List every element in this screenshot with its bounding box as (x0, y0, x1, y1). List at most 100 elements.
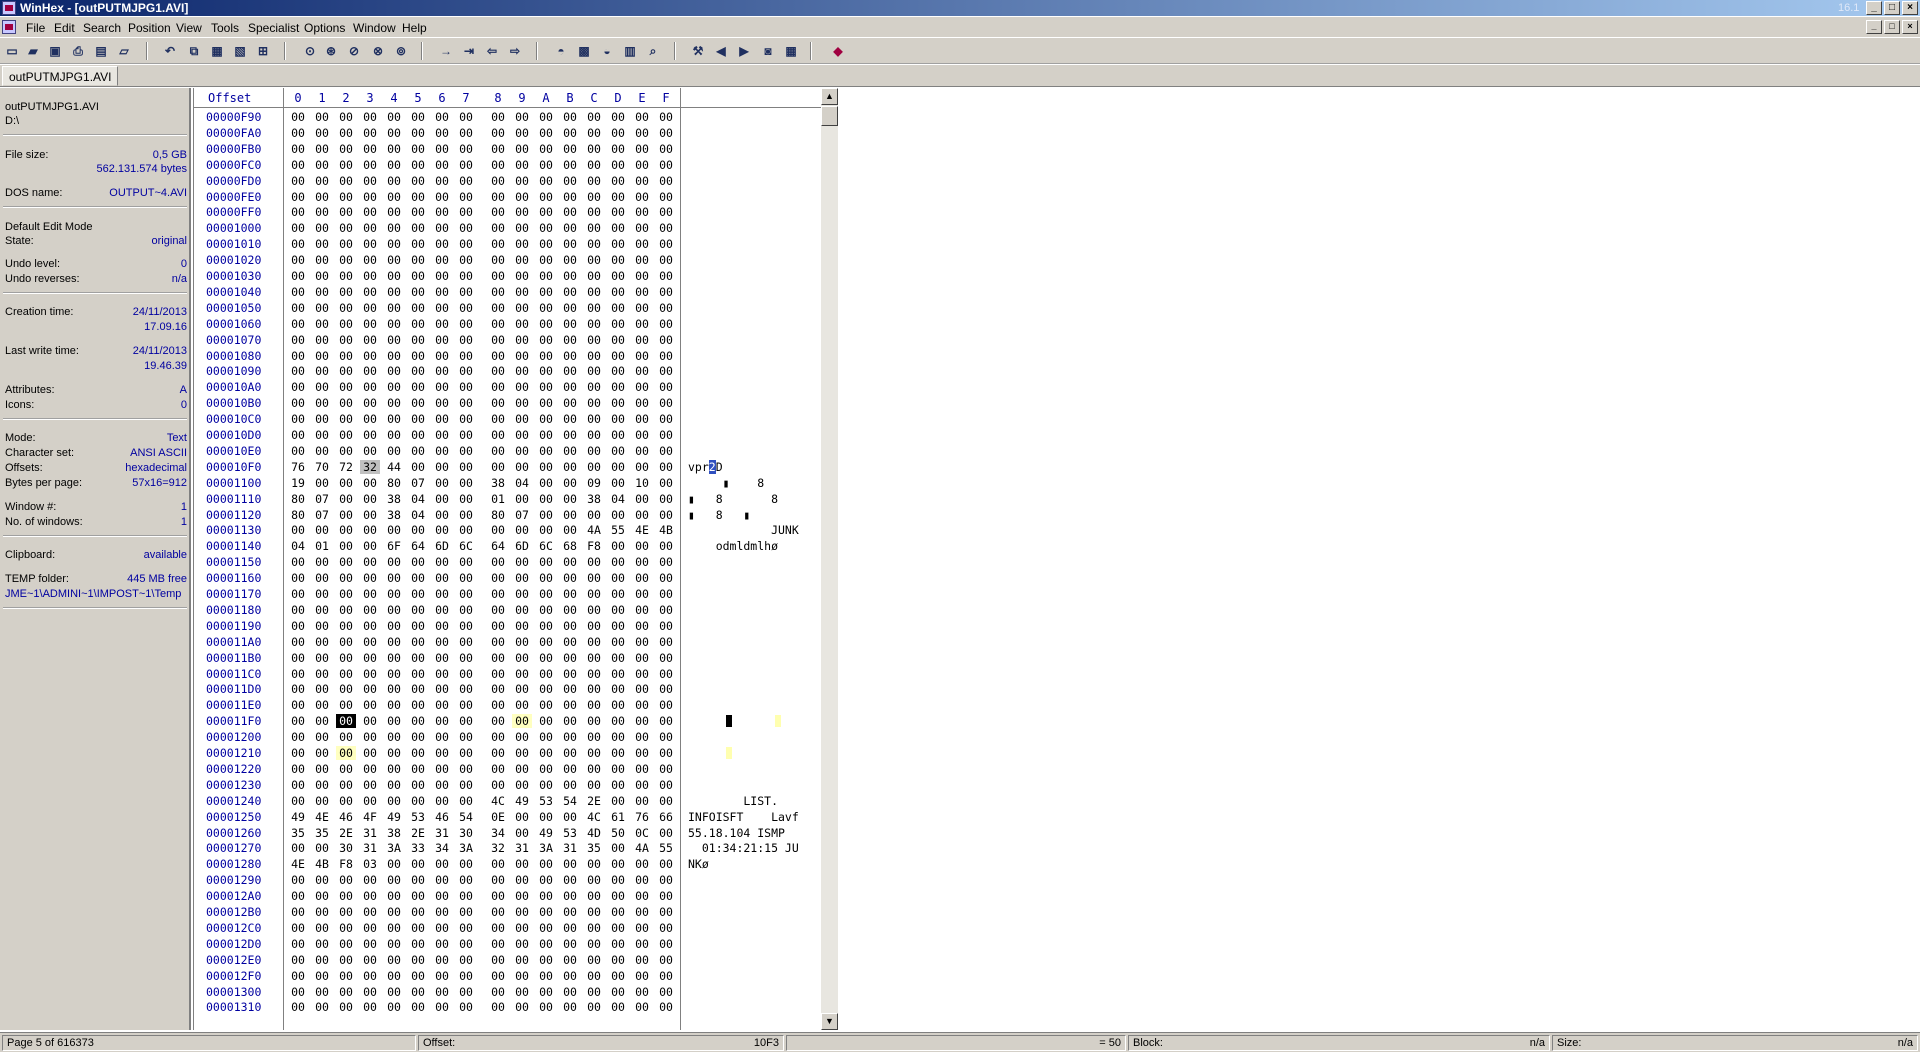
hex-row[interactable]: 00001000 00 00 00 00 00 00 00 00 00 00 00 00 00 00 00 00 (194, 220, 821, 236)
hex-byte[interactable]: 00 (408, 269, 428, 283)
hex-byte[interactable]: 00 (584, 698, 604, 712)
hex-byte[interactable]: 00 (608, 985, 628, 999)
hex-byte[interactable]: 00 (584, 953, 604, 967)
hex-byte[interactable]: 00 (488, 333, 508, 347)
hex-byte[interactable]: 00 (456, 110, 476, 124)
hex-byte[interactable]: 00 (632, 857, 652, 871)
hex-byte[interactable]: 00 (288, 905, 308, 919)
hex-byte[interactable]: 00 (336, 396, 356, 410)
hex-byte[interactable]: 07 (512, 508, 532, 522)
hex-byte[interactable]: 00 (560, 508, 580, 522)
hex-byte[interactable]: 00 (312, 253, 332, 267)
hex-byte[interactable]: 66 (656, 810, 676, 824)
file-tab[interactable]: outPUTMJPG1.AVI (2, 66, 119, 86)
hex-byte[interactable]: 00 (656, 396, 676, 410)
hex-byte[interactable]: 00 (312, 444, 332, 458)
hex-byte[interactable]: 00 (632, 460, 652, 474)
hex-byte[interactable]: 00 (312, 142, 332, 156)
hex-byte[interactable]: 00 (560, 444, 580, 458)
hex-byte[interactable]: 00 (408, 333, 428, 347)
hex-byte[interactable]: 00 (488, 396, 508, 410)
hex-byte[interactable]: 00 (336, 937, 356, 951)
hex-byte[interactable]: 00 (408, 873, 428, 887)
hex-byte[interactable]: 00 (560, 492, 580, 506)
hex-byte[interactable]: 00 (432, 762, 452, 776)
hex-byte[interactable]: 00 (336, 667, 356, 681)
hex-byte[interactable]: 00 (432, 619, 452, 633)
hex-byte[interactable]: 00 (384, 873, 404, 887)
hex-byte[interactable]: 00 (360, 142, 380, 156)
hex-byte[interactable]: 00 (288, 158, 308, 172)
hex-byte[interactable]: 00 (536, 1000, 556, 1014)
hex-byte[interactable]: 00 (536, 508, 556, 522)
hex-byte[interactable]: 53 (560, 826, 580, 840)
goto-offset-icon[interactable]: → (438, 43, 454, 59)
hex-byte[interactable]: 00 (408, 285, 428, 299)
hex-byte[interactable]: 00 (488, 523, 508, 537)
find-text-icon[interactable]: ⊙ (302, 43, 318, 59)
hex-byte[interactable]: 00 (336, 794, 356, 808)
hex-byte[interactable]: 00 (384, 937, 404, 951)
hex-byte[interactable]: 00 (656, 857, 676, 871)
hex-byte[interactable]: 00 (608, 460, 628, 474)
hex-byte[interactable]: 00 (608, 110, 628, 124)
hex-row[interactable]: 000012E0 00 00 00 00 00 00 00 00 00 00 00 00 00 00 00 00 (194, 952, 821, 968)
hex-byte[interactable]: 00 (312, 237, 332, 251)
hex-byte[interactable]: 00 (432, 492, 452, 506)
hex-byte[interactable]: 00 (632, 317, 652, 331)
hex-byte[interactable]: 00 (488, 253, 508, 267)
hex-byte[interactable]: 19 (288, 476, 308, 490)
hex-byte[interactable]: 00 (536, 810, 556, 824)
hex-byte[interactable]: 00 (608, 555, 628, 569)
hex-byte[interactable]: 00 (432, 682, 452, 696)
hex-byte[interactable]: 00 (384, 380, 404, 394)
hex-byte[interactable]: 00 (512, 571, 532, 585)
hex-byte[interactable]: 00 (456, 587, 476, 601)
menu-search[interactable]: Search (83, 21, 121, 35)
hex-byte[interactable]: 00 (456, 619, 476, 633)
hex-byte[interactable]: 00 (488, 158, 508, 172)
hex-byte[interactable]: 00 (584, 221, 604, 235)
hex-byte[interactable]: 00 (360, 555, 380, 569)
hex-row[interactable]: 00000FE0 00 00 00 00 00 00 00 00 00 00 00 00 00 00 00 00 (194, 189, 821, 205)
hex-byte[interactable]: 00 (608, 190, 628, 204)
hex-byte[interactable]: 00 (408, 905, 428, 919)
hex-byte[interactable]: 00 (488, 778, 508, 792)
hex-byte[interactable]: F8 (336, 857, 356, 871)
hex-byte[interactable]: 00 (336, 953, 356, 967)
hex-row[interactable]: 00000FA0 00 00 00 00 00 00 00 00 00 00 00 00 00 00 00 00 (194, 125, 821, 141)
hex-byte[interactable]: 00 (560, 380, 580, 394)
hex-byte[interactable]: 00 (456, 285, 476, 299)
hex-byte[interactable]: 00 (608, 794, 628, 808)
hex-byte[interactable]: 00 (312, 714, 332, 728)
hex-byte[interactable]: 00 (408, 158, 428, 172)
hex-row[interactable]: 000011A0 00 00 00 00 00 00 00 00 00 00 00 00 00 00 00 00 (194, 634, 821, 650)
hex-byte[interactable]: 00 (584, 317, 604, 331)
hex-byte[interactable]: 01 (312, 539, 332, 553)
hex-byte[interactable]: 00 (632, 698, 652, 712)
hex-byte[interactable]: 00 (488, 682, 508, 696)
hex-byte[interactable]: 00 (536, 205, 556, 219)
hex-byte[interactable]: 00 (584, 142, 604, 156)
hex-byte[interactable]: 00 (584, 635, 604, 649)
hex-byte[interactable]: 00 (584, 237, 604, 251)
hex-byte[interactable]: 00 (584, 857, 604, 871)
hex-byte[interactable]: 00 (584, 555, 604, 569)
hex-byte[interactable]: 00 (632, 285, 652, 299)
hex-row[interactable]: 000010A0 00 00 00 00 00 00 00 00 00 00 00 00 00 00 00 00 (194, 379, 821, 395)
forward-icon[interactable]: ⇨ (507, 43, 523, 59)
hex-row[interactable]: 00001210 00 00 00 00 00 00 00 00 00 00 00 00 00 00 00 00 (194, 745, 821, 761)
hex-byte[interactable]: 00 (512, 110, 532, 124)
hex-byte[interactable]: 00 (360, 126, 380, 140)
hex-byte[interactable]: 64 (488, 539, 508, 553)
hex-byte[interactable]: 49 (288, 810, 308, 824)
hex-byte[interactable]: 00 (536, 492, 556, 506)
hex-byte[interactable]: 00 (288, 237, 308, 251)
hex-byte[interactable]: 00 (384, 889, 404, 903)
hex-byte[interactable]: 34 (432, 841, 452, 855)
hex-byte[interactable]: 00 (584, 174, 604, 188)
hex-byte[interactable]: 00 (536, 380, 556, 394)
hex-byte[interactable]: 00 (456, 380, 476, 394)
hex-byte[interactable]: 00 (456, 746, 476, 760)
hex-byte[interactable]: 00 (632, 269, 652, 283)
